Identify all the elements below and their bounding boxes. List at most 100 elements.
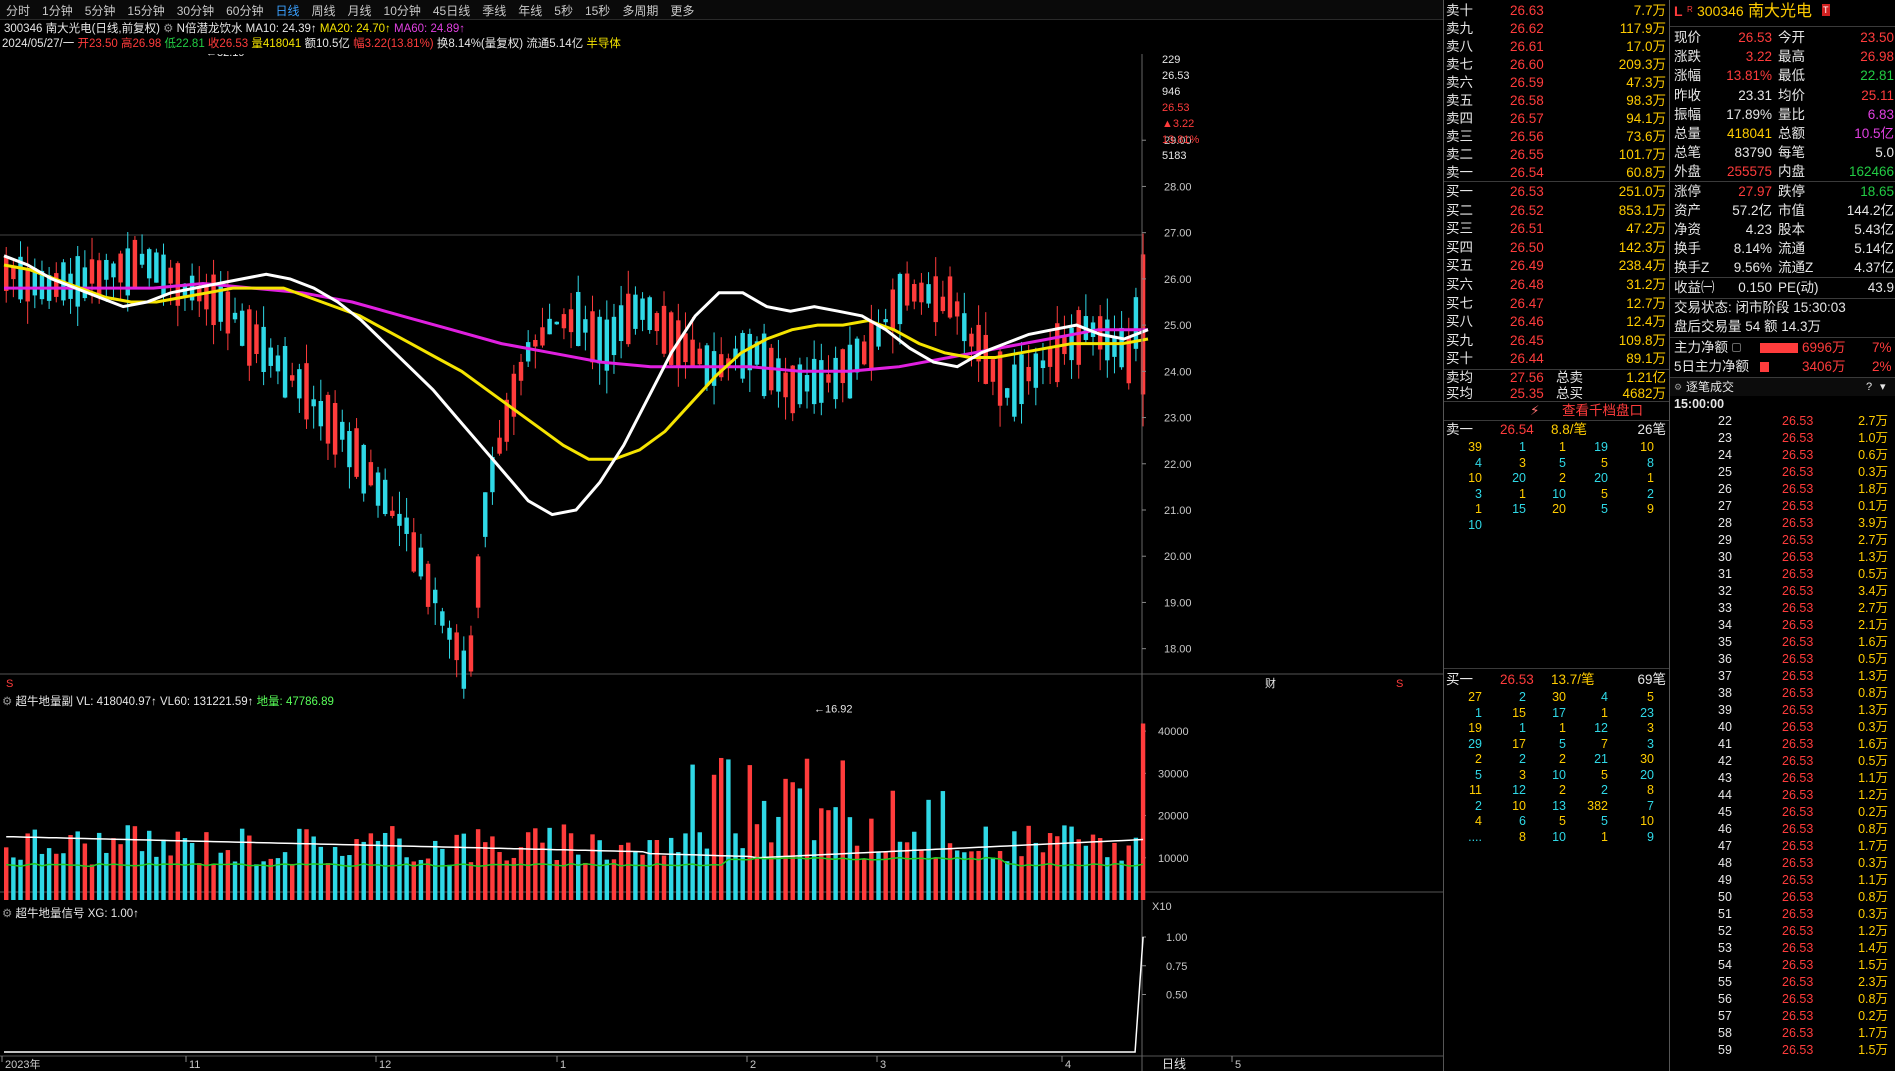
period-tab-13[interactable]: 5秒 [548, 2, 579, 19]
level2-badge: L [1674, 3, 1683, 19]
period-tab-8[interactable]: 月线 [342, 2, 378, 19]
bid-level[interactable]: 买二 26.52 853.1万 [1444, 201, 1670, 220]
ask-level[interactable]: 卖一 26.54 60.8万 [1444, 163, 1670, 182]
main5-net-row[interactable]: 5日主力净额 3406万 2% [1670, 357, 1895, 376]
kline-chart[interactable]: 29.0028.0027.0026.0025.0024.0023.0022.00… [0, 54, 1443, 1071]
volume-bar [1055, 836, 1060, 900]
tick-price: 26.53 [1782, 839, 1814, 853]
period-tab-2[interactable]: 5分钟 [79, 2, 122, 19]
ask-label: 卖五 [1446, 93, 1473, 108]
indicator-info-line: 300346 南大光电(日线,前复权) ⚙ N倍潜龙饮水 MA10: 24.39… [4, 21, 465, 37]
settings-icon[interactable]: ⚙ [2, 908, 12, 920]
bid-level[interactable]: 买三 26.51 47.2万 [1444, 219, 1670, 238]
volume-bar [318, 846, 324, 900]
period-tab-14[interactable]: 15秒 [579, 2, 616, 19]
bid-level[interactable]: 买五 26.49 238.4万 [1444, 256, 1670, 275]
ma20-value: MA20: 24.70↑ [319, 23, 391, 35]
ask-level[interactable]: 卖三 26.56 73.6万 [1444, 127, 1670, 146]
period-tab-11[interactable]: 季线 [476, 2, 512, 19]
candle [361, 444, 366, 494]
candle [390, 510, 395, 516]
candle [690, 339, 695, 368]
queue-header: 买一 26.53 13.7/笔 69笔 [1444, 670, 1670, 689]
candle [954, 301, 960, 317]
bid-level[interactable]: 买四 26.50 142.3万 [1444, 238, 1670, 257]
main5-net-bar [1760, 362, 1769, 372]
volume-tick-label: 20000 [1158, 811, 1189, 823]
period-tab-6[interactable]: 日线 [269, 2, 305, 19]
bid-price: 26.46 [1510, 314, 1544, 330]
candle [640, 298, 645, 320]
bid-level[interactable]: 买九 26.45 109.8万 [1444, 331, 1670, 350]
period-tab-3[interactable]: 15分钟 [121, 2, 170, 19]
period-tab-4[interactable]: 30分钟 [171, 2, 220, 19]
candle [4, 257, 9, 291]
ask-level[interactable]: 卖七 26.60 209.3万 [1444, 55, 1670, 74]
settings-icon[interactable]: ⚙ [1674, 378, 1682, 396]
main-net-row[interactable]: 主力净额 6996万 7% [1670, 338, 1895, 357]
volume-bar [518, 847, 524, 900]
after-hours: 盘后交易量 54 额 14.3万 [1670, 317, 1895, 336]
tick-price: 26.53 [1782, 941, 1814, 955]
candle [375, 472, 381, 506]
ask-level[interactable]: 卖十 26.63 7.7万 [1444, 1, 1670, 20]
volume-bar [747, 765, 753, 900]
tick-row: 44 26.53 1.2万 [1670, 787, 1895, 804]
period-tab-0[interactable]: 分时 [0, 2, 36, 19]
bid-level[interactable]: 买十 26.44 89.1万 [1444, 349, 1670, 368]
period-tab-10[interactable]: 45日线 [427, 2, 476, 19]
signal-panel-header: ⚙ 超牛地量信号 XG: 1.00↑ [2, 906, 139, 922]
view-more-depth[interactable]: ⚡ 查看千档盘口 [1444, 401, 1670, 419]
ask-level[interactable]: 卖九 26.62 117.9万 [1444, 19, 1670, 38]
ask-volume: 101.7万 [1618, 147, 1666, 162]
candle [211, 274, 216, 326]
menu-down-icon[interactable]: ▾ [1880, 378, 1886, 396]
period-tab-12[interactable]: 年线 [512, 2, 548, 19]
indicator-name[interactable]: N倍潜龙饮水 [177, 23, 243, 35]
candle [347, 431, 352, 468]
ask-level[interactable]: 卖二 26.55 101.7万 [1444, 145, 1670, 164]
tick-second: 55 [1718, 975, 1732, 989]
ask-level[interactable]: 卖五 26.58 98.3万 [1444, 91, 1670, 110]
period-tab-9[interactable]: 10分钟 [378, 2, 427, 19]
ask-volume: 117.9万 [1619, 21, 1666, 36]
tick-volume: 1.0万 [1858, 431, 1888, 445]
tick-row: 45 26.53 0.2万 [1670, 804, 1895, 821]
volume-bar [96, 832, 102, 900]
tick-price: 26.53 [1782, 686, 1814, 700]
bid-level[interactable]: 买八 26.46 12.4万 [1444, 312, 1670, 331]
help-icon[interactable]: ? [1866, 378, 1872, 396]
volume-tick-label: 30000 [1158, 768, 1189, 780]
volume-bar [597, 840, 602, 900]
tick-price: 26.53 [1782, 448, 1814, 462]
ask-level[interactable]: 卖六 26.59 47.3万 [1444, 73, 1670, 92]
volume-panel-title[interactable]: 超牛地量副 [16, 696, 74, 708]
candle [340, 421, 345, 440]
period-tab-5[interactable]: 60分钟 [220, 2, 269, 19]
volume-bar [704, 848, 710, 900]
ma10-value: MA10: 24.39↑ [245, 23, 317, 35]
signal-panel-title[interactable]: 超牛地量信号 [16, 908, 85, 920]
bid-level[interactable]: 买七 26.47 12.7万 [1444, 294, 1670, 313]
volume-bar [647, 840, 652, 900]
ask-level[interactable]: 卖八 26.61 17.0万 [1444, 37, 1670, 56]
stat-row: 外盘 255575 内盘 162466 [1670, 162, 1895, 181]
period-tab-1[interactable]: 1分钟 [36, 2, 79, 19]
candle [232, 312, 238, 320]
candle [1033, 353, 1039, 388]
settings-icon[interactable]: ⚙ [2, 696, 12, 708]
volume-bar [68, 834, 73, 900]
main5-net-value: 3406万 [1802, 359, 1846, 374]
sector-tag[interactable]: 半导体 [586, 38, 621, 50]
stat-value: 0.150 [1738, 279, 1772, 295]
tick-row: 51 26.53 0.3万 [1670, 906, 1895, 923]
period-tab-16[interactable]: 更多 [664, 2, 700, 19]
period-tab-7[interactable]: 周线 [305, 2, 341, 19]
queue-cell: .... [1468, 829, 1482, 844]
time-tick-label: 2 [750, 1059, 756, 1071]
ask-level[interactable]: 卖四 26.57 94.1万 [1444, 109, 1670, 128]
settings-icon[interactable]: ⚙ [163, 23, 173, 35]
bid-level[interactable]: 买六 26.48 31.2万 [1444, 275, 1670, 294]
bid-level[interactable]: 买一 26.53 251.0万 [1444, 182, 1670, 201]
period-tab-15[interactable]: 多周期 [616, 2, 664, 19]
